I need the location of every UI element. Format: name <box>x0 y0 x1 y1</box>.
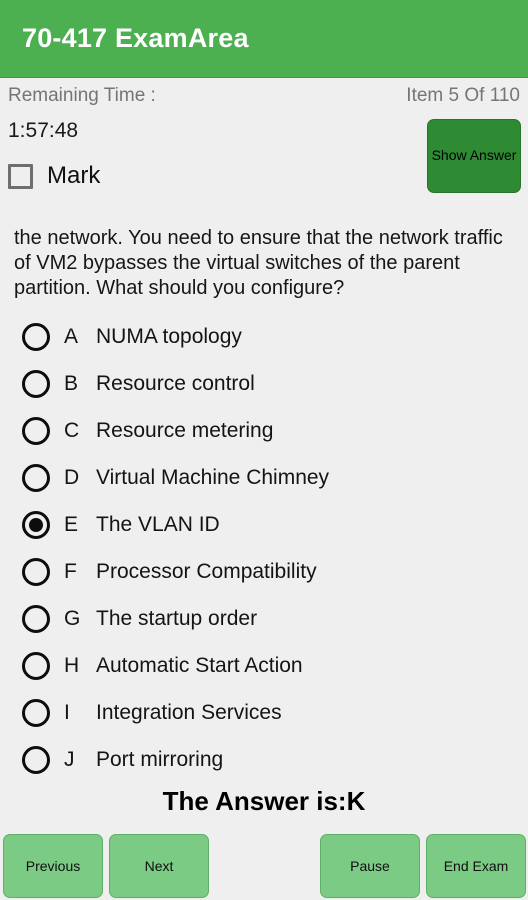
option-letter: D <box>64 465 80 489</box>
option-row[interactable]: B Resource control <box>22 360 528 407</box>
option-text: Processor Compatibility <box>96 559 317 583</box>
option-text: Integration Services <box>96 700 282 724</box>
timer-block: 1:57:48 Mark Show Answer <box>0 114 528 220</box>
show-answer-button[interactable]: Show Answer <box>427 119 521 193</box>
revealed-answer-text: The Answer is:K <box>162 786 366 816</box>
radio-button-icon[interactable] <box>22 604 50 633</box>
option-text: The startup order <box>96 606 258 630</box>
radio-button-icon[interactable] <box>22 463 50 492</box>
exam-status-row: Remaining Time : Item 5 Of 110 <box>0 78 528 114</box>
option-letter: I <box>64 700 70 724</box>
radio-button-icon[interactable] <box>22 416 50 445</box>
navigation-button-bar: Previous Next Pause End Exam <box>0 828 528 900</box>
option-text: Resource metering <box>96 418 274 442</box>
pause-button[interactable]: Pause <box>320 834 420 898</box>
option-letter: H <box>64 653 80 677</box>
option-text: The VLAN ID <box>96 512 220 536</box>
option-row[interactable]: H Automatic Start Action <box>22 642 528 689</box>
radio-selected-dot <box>29 517 43 532</box>
radio-button-icon[interactable] <box>22 322 50 351</box>
previous-button[interactable]: Previous <box>3 834 103 898</box>
remaining-time-label: Remaining Time : <box>8 85 156 106</box>
option-letter: E <box>64 512 79 536</box>
radio-button-icon[interactable] <box>22 651 50 680</box>
option-row[interactable]: C Resource metering <box>22 407 528 454</box>
option-row[interactable]: F Processor Compatibility <box>22 548 528 595</box>
option-text: Virtual Machine Chimney <box>96 465 330 489</box>
option-row[interactable]: I Integration Services <box>22 689 528 736</box>
option-letter: G <box>64 606 81 630</box>
option-letter: C <box>64 418 80 442</box>
option-letter: A <box>64 324 79 348</box>
app-title-bar: 70-417 ExamArea <box>0 0 528 78</box>
option-letter: B <box>64 371 79 395</box>
page-title: 70-417 ExamArea <box>22 23 249 53</box>
mark-label: Mark <box>47 162 101 189</box>
answer-options-list: A NUMA topology B Resource control C Resource… <box>0 313 528 783</box>
option-letter: F <box>64 559 77 583</box>
option-row[interactable]: A NUMA topology <box>22 313 528 360</box>
end-exam-button[interactable]: End Exam <box>426 834 526 898</box>
option-row[interactable]: G The startup order <box>22 595 528 642</box>
option-text: NUMA topology <box>96 324 242 348</box>
radio-button-icon[interactable] <box>22 510 50 539</box>
mark-checkbox[interactable] <box>8 163 33 189</box>
radio-button-icon[interactable] <box>22 557 50 586</box>
item-counter: Item 5 Of 110 <box>406 85 520 106</box>
option-text: Automatic Start Action <box>96 653 303 677</box>
option-text: Port mirroring <box>96 747 224 771</box>
option-text: Resource control <box>96 371 255 395</box>
radio-button-icon[interactable] <box>22 698 50 727</box>
radio-button-icon[interactable] <box>22 369 50 398</box>
next-button[interactable]: Next <box>109 834 209 898</box>
question-text: the network. You need to ensure that the… <box>14 227 503 299</box>
option-row[interactable]: D Virtual Machine Chimney <box>22 454 528 501</box>
option-row[interactable]: J Port mirroring <box>22 736 528 783</box>
option-row[interactable]: E The VLAN ID <box>22 501 528 548</box>
option-letter: J <box>64 747 75 771</box>
radio-button-icon[interactable] <box>22 745 50 774</box>
